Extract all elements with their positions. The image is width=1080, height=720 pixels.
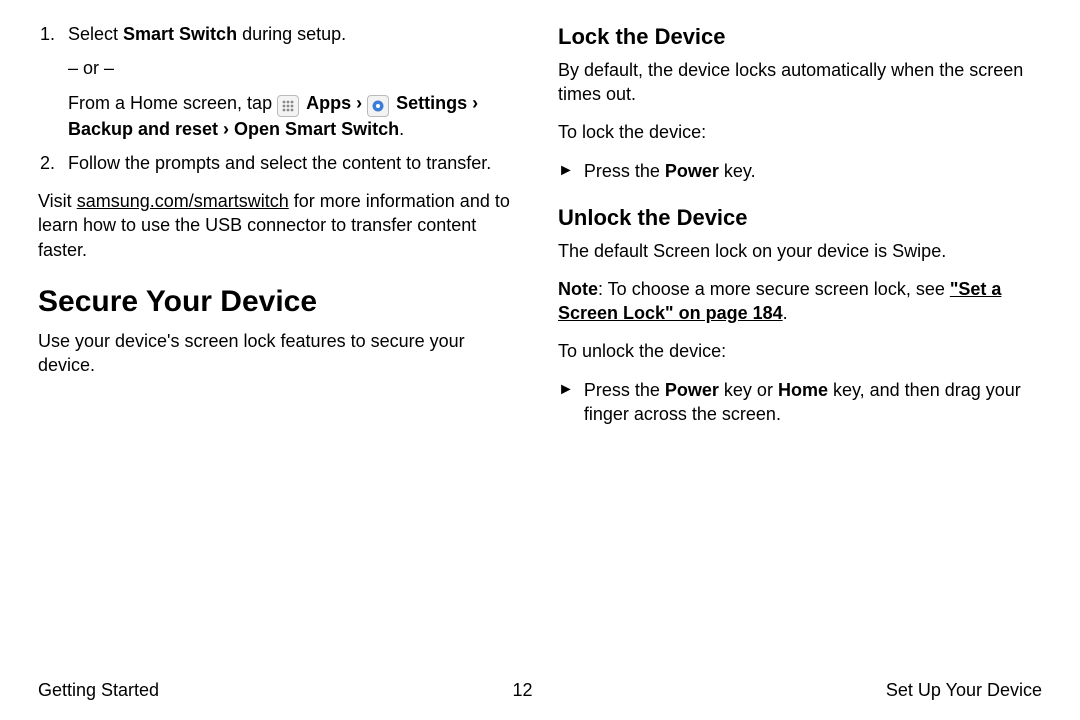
arrow-icon: ► xyxy=(558,378,574,427)
step-2: Follow the prompts and select the conten… xyxy=(60,151,522,175)
arrow-icon: ► xyxy=(558,159,574,183)
left-column: Select Smart Switch during setup. – or –… xyxy=(38,22,522,440)
apps-icon xyxy=(277,95,299,117)
settings-icon xyxy=(367,95,389,117)
visit-paragraph: Visit samsung.com/smartswitch for more i… xyxy=(38,189,522,262)
power-key-bold: Power xyxy=(665,380,719,400)
lock-instruction: ► Press the Power key. xyxy=(558,159,1042,183)
unlock-howto-label: To unlock the device: xyxy=(558,339,1042,363)
lock-description: By default, the device locks automatical… xyxy=(558,58,1042,107)
home-key-bold: Home xyxy=(778,380,828,400)
step1-text: Select Smart Switch during setup. xyxy=(68,24,346,44)
or-separator: – or – xyxy=(68,56,522,80)
heading-lock-device: Lock the Device xyxy=(558,22,1042,52)
power-key-bold: Power xyxy=(665,161,719,181)
footer-page-number: 12 xyxy=(512,678,532,702)
from-home-text: From a Home screen, tap Apps › xyxy=(68,91,522,141)
heading-secure-your-device: Secure Your Device xyxy=(38,282,522,323)
backup-reset-path: Backup and reset › Open Smart Switch xyxy=(68,119,399,139)
secure-description: Use your device's screen lock features t… xyxy=(38,329,522,378)
page: Select Smart Switch during setup. – or –… xyxy=(0,0,1080,720)
step-1: Select Smart Switch during setup. – or –… xyxy=(60,22,522,141)
steps-list: Select Smart Switch during setup. – or –… xyxy=(38,22,522,175)
right-column: Lock the Device By default, the device l… xyxy=(558,22,1042,440)
two-column-layout: Select Smart Switch during setup. – or –… xyxy=(38,22,1042,440)
note-label: Note xyxy=(558,279,598,299)
unlock-description: The default Screen lock on your device i… xyxy=(558,239,1042,263)
heading-unlock-device: Unlock the Device xyxy=(558,203,1042,233)
footer-right: Set Up Your Device xyxy=(886,678,1042,702)
page-footer: Getting Started 12 Set Up Your Device xyxy=(38,678,1042,702)
smartswitch-link[interactable]: samsung.com/smartswitch xyxy=(77,191,289,211)
settings-label: Settings xyxy=(396,93,467,113)
smart-switch-bold: Smart Switch xyxy=(123,24,237,44)
apps-label: Apps xyxy=(306,93,351,113)
unlock-instruction: ► Press the Power key or Home key, and t… xyxy=(558,378,1042,427)
lock-howto-label: To lock the device: xyxy=(558,120,1042,144)
unlock-note: Note: To choose a more secure screen loc… xyxy=(558,277,1042,326)
footer-left: Getting Started xyxy=(38,678,159,702)
